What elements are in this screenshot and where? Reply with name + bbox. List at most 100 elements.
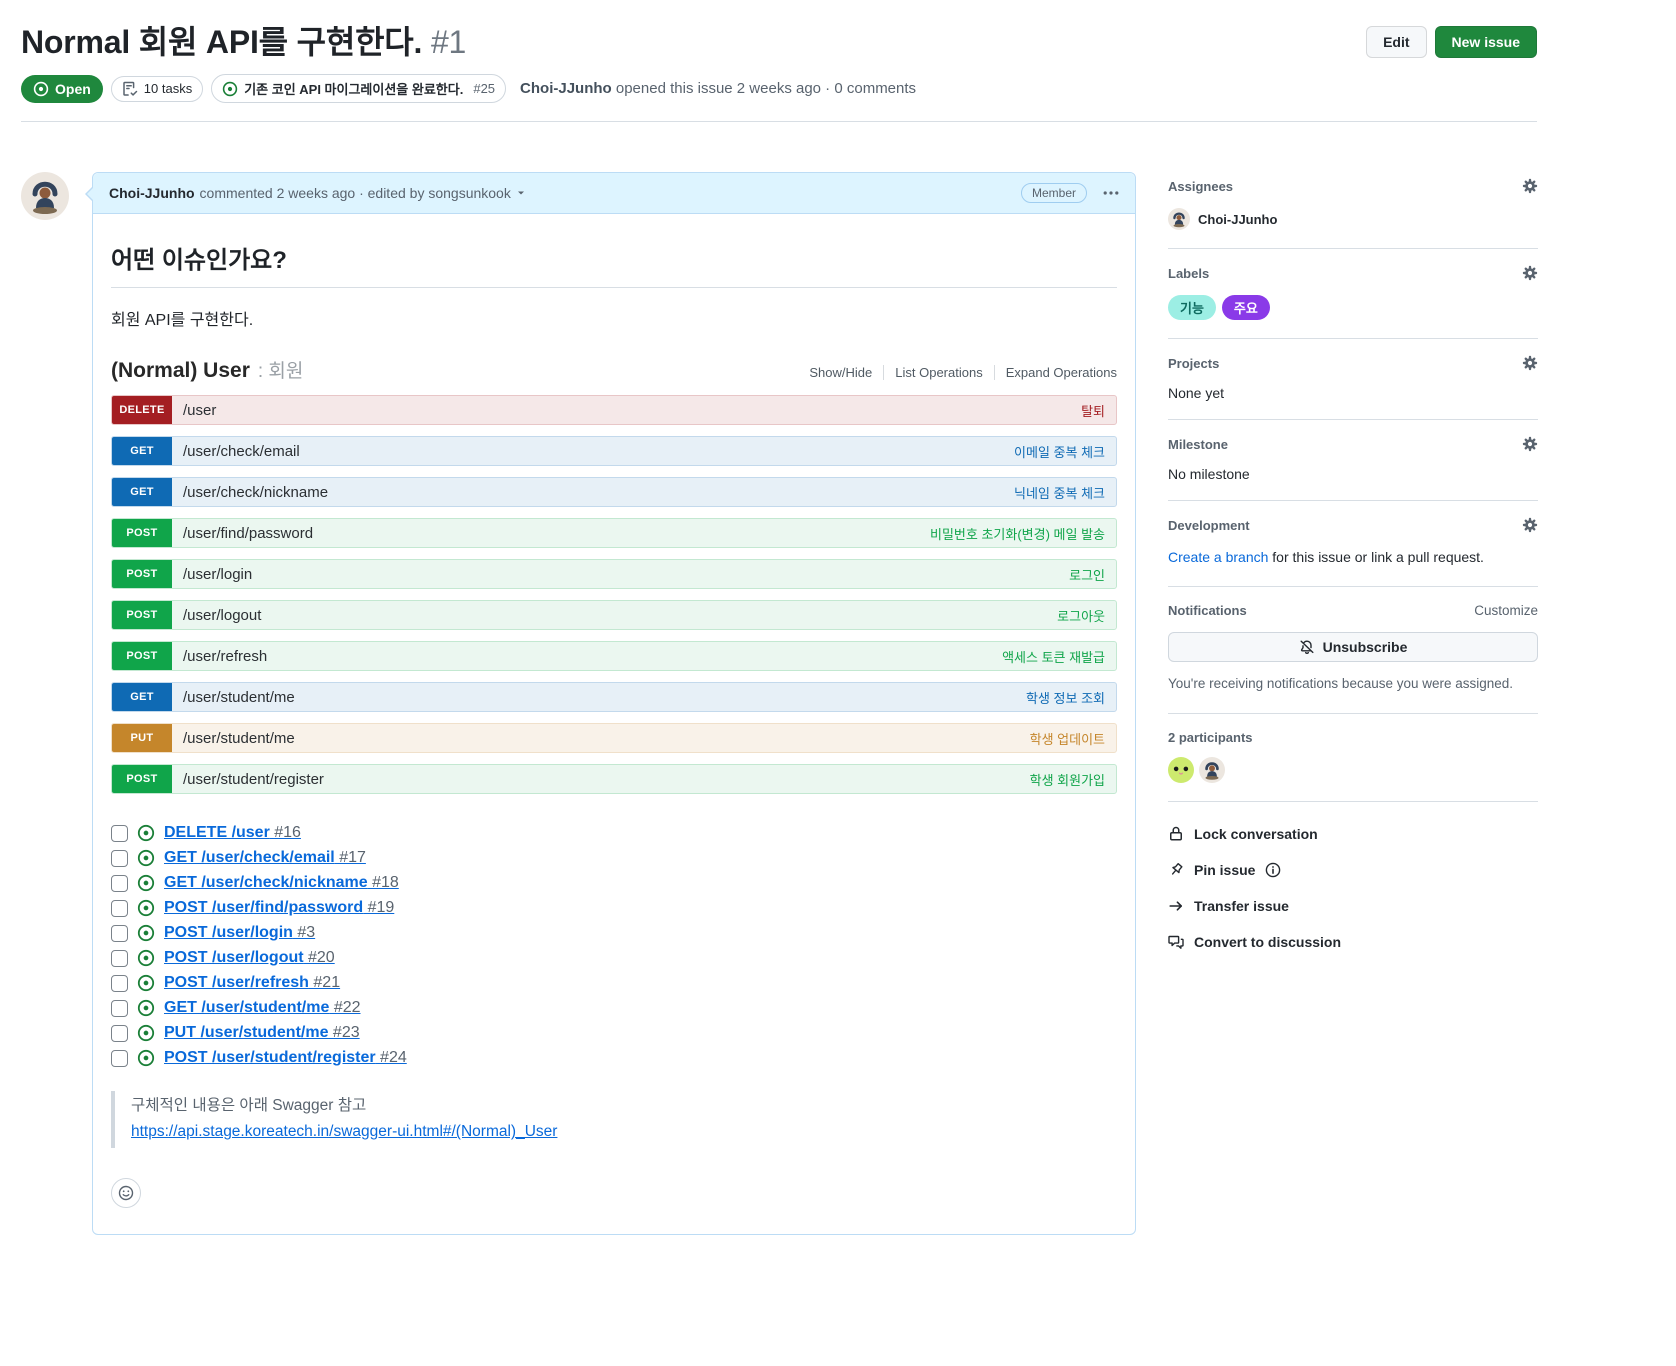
- assignee-list: Choi-JJunho: [1168, 208, 1538, 230]
- comment-author[interactable]: Choi-JJunho: [109, 185, 195, 201]
- issue-page: Normal 회원 API를 구현한다. #1 Edit New issue O…: [0, 0, 1676, 1235]
- assignee-row[interactable]: Choi-JJunho: [1168, 208, 1538, 230]
- avatar[interactable]: [1168, 208, 1190, 230]
- api-row-get-user-check-email[interactable]: GET/user/check/email이메일 중복 체크: [111, 436, 1117, 466]
- gear-icon[interactable]: [1522, 355, 1538, 371]
- participant-avatar[interactable]: [1199, 757, 1225, 783]
- method-badge: GET: [112, 478, 172, 506]
- task-item: DELETE /user #16: [111, 824, 1117, 842]
- api-row-get-user-check-nickname[interactable]: GET/user/check/nickname닉네임 중복 체크: [111, 477, 1117, 507]
- action-label: Lock conversation: [1194, 826, 1318, 842]
- task-link[interactable]: GET /user/check/email #17: [164, 849, 366, 867]
- task-issue-number: #23: [328, 1024, 359, 1041]
- task-list: DELETE /user #16 GET /user/check/email #1…: [111, 824, 1117, 1067]
- chevron-down-icon[interactable]: [515, 187, 527, 199]
- opener-name[interactable]: Choi-JJunho: [520, 80, 612, 97]
- task-item: POST /user/refresh #21: [111, 974, 1117, 992]
- task-link[interactable]: POST /user/find/password #19: [164, 899, 394, 917]
- task-link[interactable]: POST /user/login #3: [164, 924, 315, 942]
- swagger-resource: (Normal) User: [111, 359, 250, 383]
- unsubscribe-button[interactable]: Unsubscribe: [1168, 632, 1538, 662]
- swagger-link-0[interactable]: Show/Hide: [798, 365, 883, 380]
- api-row-post-user-refresh[interactable]: POST/user/refresh액세스 토큰 재발급: [111, 641, 1117, 671]
- task-link[interactable]: POST /user/refresh #21: [164, 974, 340, 992]
- issue-open-icon: [137, 874, 155, 892]
- sidebar-section-labels: Labels 기능주요: [1168, 249, 1538, 339]
- task-issue-number: #24: [376, 1049, 407, 1066]
- label-주요[interactable]: 주요: [1222, 295, 1270, 320]
- sidebar-section-milestone: Milestone No milestone: [1168, 420, 1538, 501]
- transfer-issue-action[interactable]: Transfer issue: [1168, 898, 1538, 914]
- task-link[interactable]: GET /user/check/nickname #18: [164, 874, 399, 892]
- method-badge: POST: [112, 519, 172, 547]
- arrow-icon: [1168, 898, 1184, 914]
- swagger-link-1[interactable]: List Operations: [883, 365, 993, 380]
- edit-button[interactable]: Edit: [1366, 26, 1426, 58]
- participants-title: 2 participants: [1168, 730, 1538, 745]
- api-row-post-user-find-password[interactable]: POST/user/find/password비밀번호 초기화(변경) 메일 발…: [111, 518, 1117, 548]
- task-checkbox[interactable]: [111, 825, 128, 842]
- api-row-get-user-student-me[interactable]: GET/user/student/me학생 정보 조회: [111, 682, 1117, 712]
- gear-icon[interactable]: [1522, 265, 1538, 281]
- info-icon: [1265, 862, 1281, 878]
- task-link[interactable]: GET /user/student/me #22: [164, 999, 361, 1017]
- api-row-post-user-logout[interactable]: POST/user/logout로그아웃: [111, 600, 1117, 630]
- task-checkbox[interactable]: [111, 925, 128, 942]
- tracked-by-pill[interactable]: 기존 코인 API 마이그레이션을 완료한다. #25: [211, 74, 506, 103]
- issue-comment: Choi-JJunho commented 2 weeks ago · edit…: [92, 172, 1136, 1235]
- task-item: GET /user/student/me #22: [111, 999, 1117, 1017]
- issue-open-icon: [137, 1049, 155, 1067]
- task-link[interactable]: POST /user/student/register #24: [164, 1049, 407, 1067]
- task-checkbox[interactable]: [111, 975, 128, 992]
- issue-open-icon: [137, 924, 155, 942]
- kebab-menu-icon[interactable]: [1103, 185, 1119, 201]
- task-issue-number: #20: [304, 949, 335, 966]
- api-row-post-user-login[interactable]: POST/user/login로그인: [111, 559, 1117, 589]
- action-label: Transfer issue: [1194, 898, 1289, 914]
- lock-conversation-action[interactable]: Lock conversation: [1168, 826, 1538, 842]
- assignees-title: Assignees: [1168, 179, 1233, 194]
- gear-icon[interactable]: [1522, 178, 1538, 194]
- discussion-icon: [1168, 934, 1184, 950]
- issue-opened-icon: [33, 81, 49, 97]
- api-path: /user/check/nickname: [172, 478, 328, 506]
- assignee-name: Choi-JJunho: [1198, 212, 1277, 227]
- task-label: POST /user/student/register: [164, 1049, 376, 1066]
- api-row-delete-user[interactable]: DELETE/user탈퇴: [111, 395, 1117, 425]
- task-link[interactable]: POST /user/logout #20: [164, 949, 335, 967]
- task-checkbox[interactable]: [111, 900, 128, 917]
- gear-icon[interactable]: [1522, 517, 1538, 533]
- task-link[interactable]: PUT /user/student/me #23: [164, 1024, 360, 1042]
- create-branch-link[interactable]: Create a branch: [1168, 549, 1268, 565]
- tracking-issue-number: #25: [473, 81, 495, 96]
- api-description: 학생 업데이트: [1030, 724, 1116, 752]
- tasks-pill: 10 tasks: [111, 76, 203, 102]
- task-checkbox[interactable]: [111, 1000, 128, 1017]
- participant-avatar[interactable]: [1168, 757, 1194, 783]
- customize-link[interactable]: Customize: [1474, 603, 1538, 618]
- task-label: POST /user/login: [164, 924, 293, 941]
- swagger-url-link[interactable]: https://api.stage.koreatech.in/swagger-u…: [131, 1119, 557, 1145]
- new-issue-button[interactable]: New issue: [1435, 26, 1537, 58]
- api-row-post-user-student-register[interactable]: POST/user/student/register학생 회원가입: [111, 764, 1117, 794]
- comment-heading: 어떤 이슈인가요?: [111, 240, 1117, 288]
- milestone-title: Milestone: [1168, 437, 1228, 452]
- task-checkbox[interactable]: [111, 875, 128, 892]
- gear-icon[interactable]: [1522, 436, 1538, 452]
- label-기능[interactable]: 기능: [1168, 295, 1216, 320]
- opened-meta: opened this issue 2 weeks ago · 0 commen…: [616, 80, 916, 97]
- avatar[interactable]: [21, 172, 69, 220]
- task-link[interactable]: DELETE /user #16: [164, 824, 301, 842]
- tasklist-icon: [122, 81, 138, 97]
- api-row-put-user-student-me[interactable]: PUT/user/student/me학생 업데이트: [111, 723, 1117, 753]
- task-checkbox[interactable]: [111, 850, 128, 867]
- task-checkbox[interactable]: [111, 1050, 128, 1067]
- convert-to-discussion-action[interactable]: Convert to discussion: [1168, 934, 1538, 950]
- task-checkbox[interactable]: [111, 950, 128, 967]
- add-reaction-button[interactable]: [111, 1178, 141, 1208]
- api-description: 탈퇴: [1081, 396, 1116, 424]
- swagger-link-2[interactable]: Expand Operations: [994, 365, 1117, 380]
- action-label: Convert to discussion: [1194, 934, 1341, 950]
- pin-issue-action[interactable]: Pin issue: [1168, 862, 1538, 878]
- task-checkbox[interactable]: [111, 1025, 128, 1042]
